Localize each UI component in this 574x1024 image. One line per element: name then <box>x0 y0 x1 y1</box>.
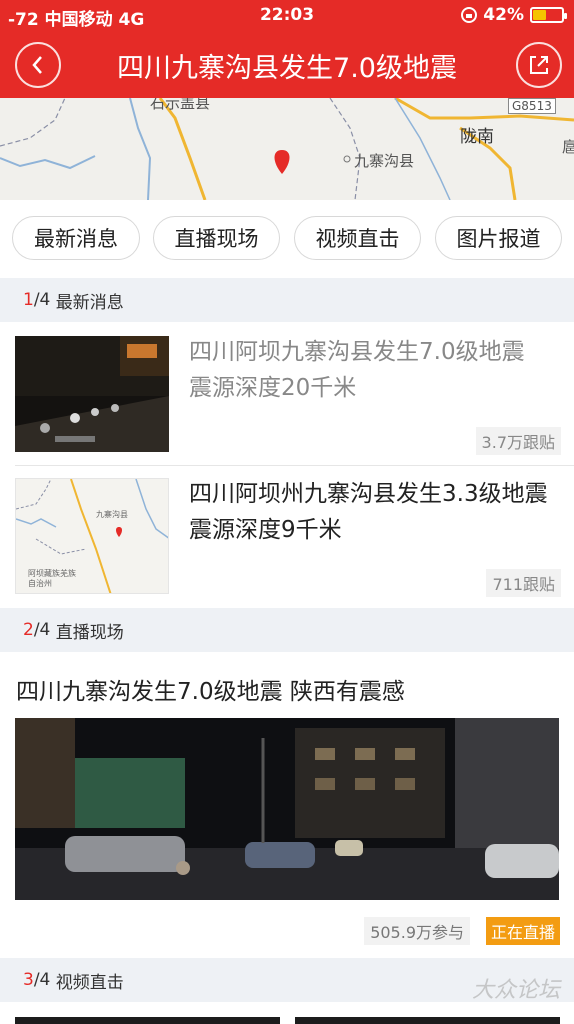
category-tabs: 最新消息 直播现场 视频直击 图片报道 <box>0 200 574 278</box>
map-label-city: 陇南 <box>460 127 494 147</box>
news-thumbnail <box>15 336 169 452</box>
map-label-road: G8513 <box>508 98 556 114</box>
news-thumbnail-map: 阿坝藏族羌族自治州 九寨沟县 <box>15 478 169 594</box>
tab-latest[interactable]: 最新消息 <box>12 216 140 260</box>
comment-count: 3.7万跟贴 <box>475 427 561 455</box>
watermark-logo: 大众论坛 <box>471 978 560 1003</box>
section-header-live: 2/4 直播现场 <box>0 608 574 652</box>
participant-count: 505.9万参与 <box>364 917 470 945</box>
video-thumbnail[interactable] <box>295 1017 560 1024</box>
section-label: 最新消息 <box>55 292 124 313</box>
epicenter-map[interactable]: 石示盖县 G8513 陇南 九寨沟县 扈 <box>0 98 574 200</box>
news-item[interactable]: 四川阿坝九寨沟县发生7.0级地震 震源深度20千米 3.7万跟贴 <box>0 322 574 466</box>
section-header-latest: 1/4 最新消息 <box>0 278 574 322</box>
map-label-county: 九寨沟县 <box>354 152 415 170</box>
video-thumbnail[interactable] <box>15 1017 280 1024</box>
section-label: 直播现场 <box>55 622 124 643</box>
battery-icon <box>530 7 567 23</box>
live-title[interactable]: 四川九寨沟发生7.0级地震 陕西有震感 <box>16 672 405 706</box>
nav-bar: 四川九寨沟县发生7.0级地震 <box>0 36 574 92</box>
tab-photos[interactable]: 图片报道 <box>435 216 562 260</box>
tab-video[interactable]: 视频直击 <box>294 216 421 260</box>
page-title: 四川九寨沟县发生7.0级地震 <box>117 53 457 84</box>
news-title: 四川阿坝州九寨沟县发生3.3级地震 震源深度9千米 <box>189 481 548 543</box>
live-photo[interactable] <box>15 718 559 900</box>
rotation-lock-icon <box>461 7 478 23</box>
comment-count: 711跟贴 <box>486 569 561 597</box>
map-label-top-left: 石示盖县 <box>150 98 211 112</box>
battery-percent: 42% <box>483 5 524 25</box>
thumb-map-label: 阿坝藏族羌族自治州 <box>28 569 76 588</box>
news-item[interactable]: 阿坝藏族羌族自治州 九寨沟县 四川阿坝州九寨沟县发生3.3级地震 震源深度9千米… <box>0 466 574 608</box>
news-title: 四川阿坝九寨沟县发生7.0级地震 震源深度20千米 <box>189 339 525 401</box>
live-badge: 正在直播 <box>485 917 560 945</box>
chevron-left-icon <box>32 56 42 74</box>
section-index: 3 <box>23 970 34 990</box>
section-label: 视频直击 <box>55 972 124 993</box>
back-button[interactable] <box>15 42 61 88</box>
section-index: 1 <box>23 290 34 310</box>
map-roads <box>0 98 574 200</box>
thumb-map-label: 九寨沟县 <box>96 510 128 519</box>
share-arrow-icon <box>530 56 548 74</box>
top-bar: -72 中国移动 4G 22:03 42% 四川九寨沟县发生7.0级地震 <box>0 0 574 98</box>
tab-live[interactable]: 直播现场 <box>153 216 280 260</box>
section-index: 2 <box>23 620 34 640</box>
map-label-right: 扈 <box>562 138 574 156</box>
status-bar: -72 中国移动 4G 22:03 42% <box>0 0 574 30</box>
share-button[interactable] <box>516 42 562 88</box>
